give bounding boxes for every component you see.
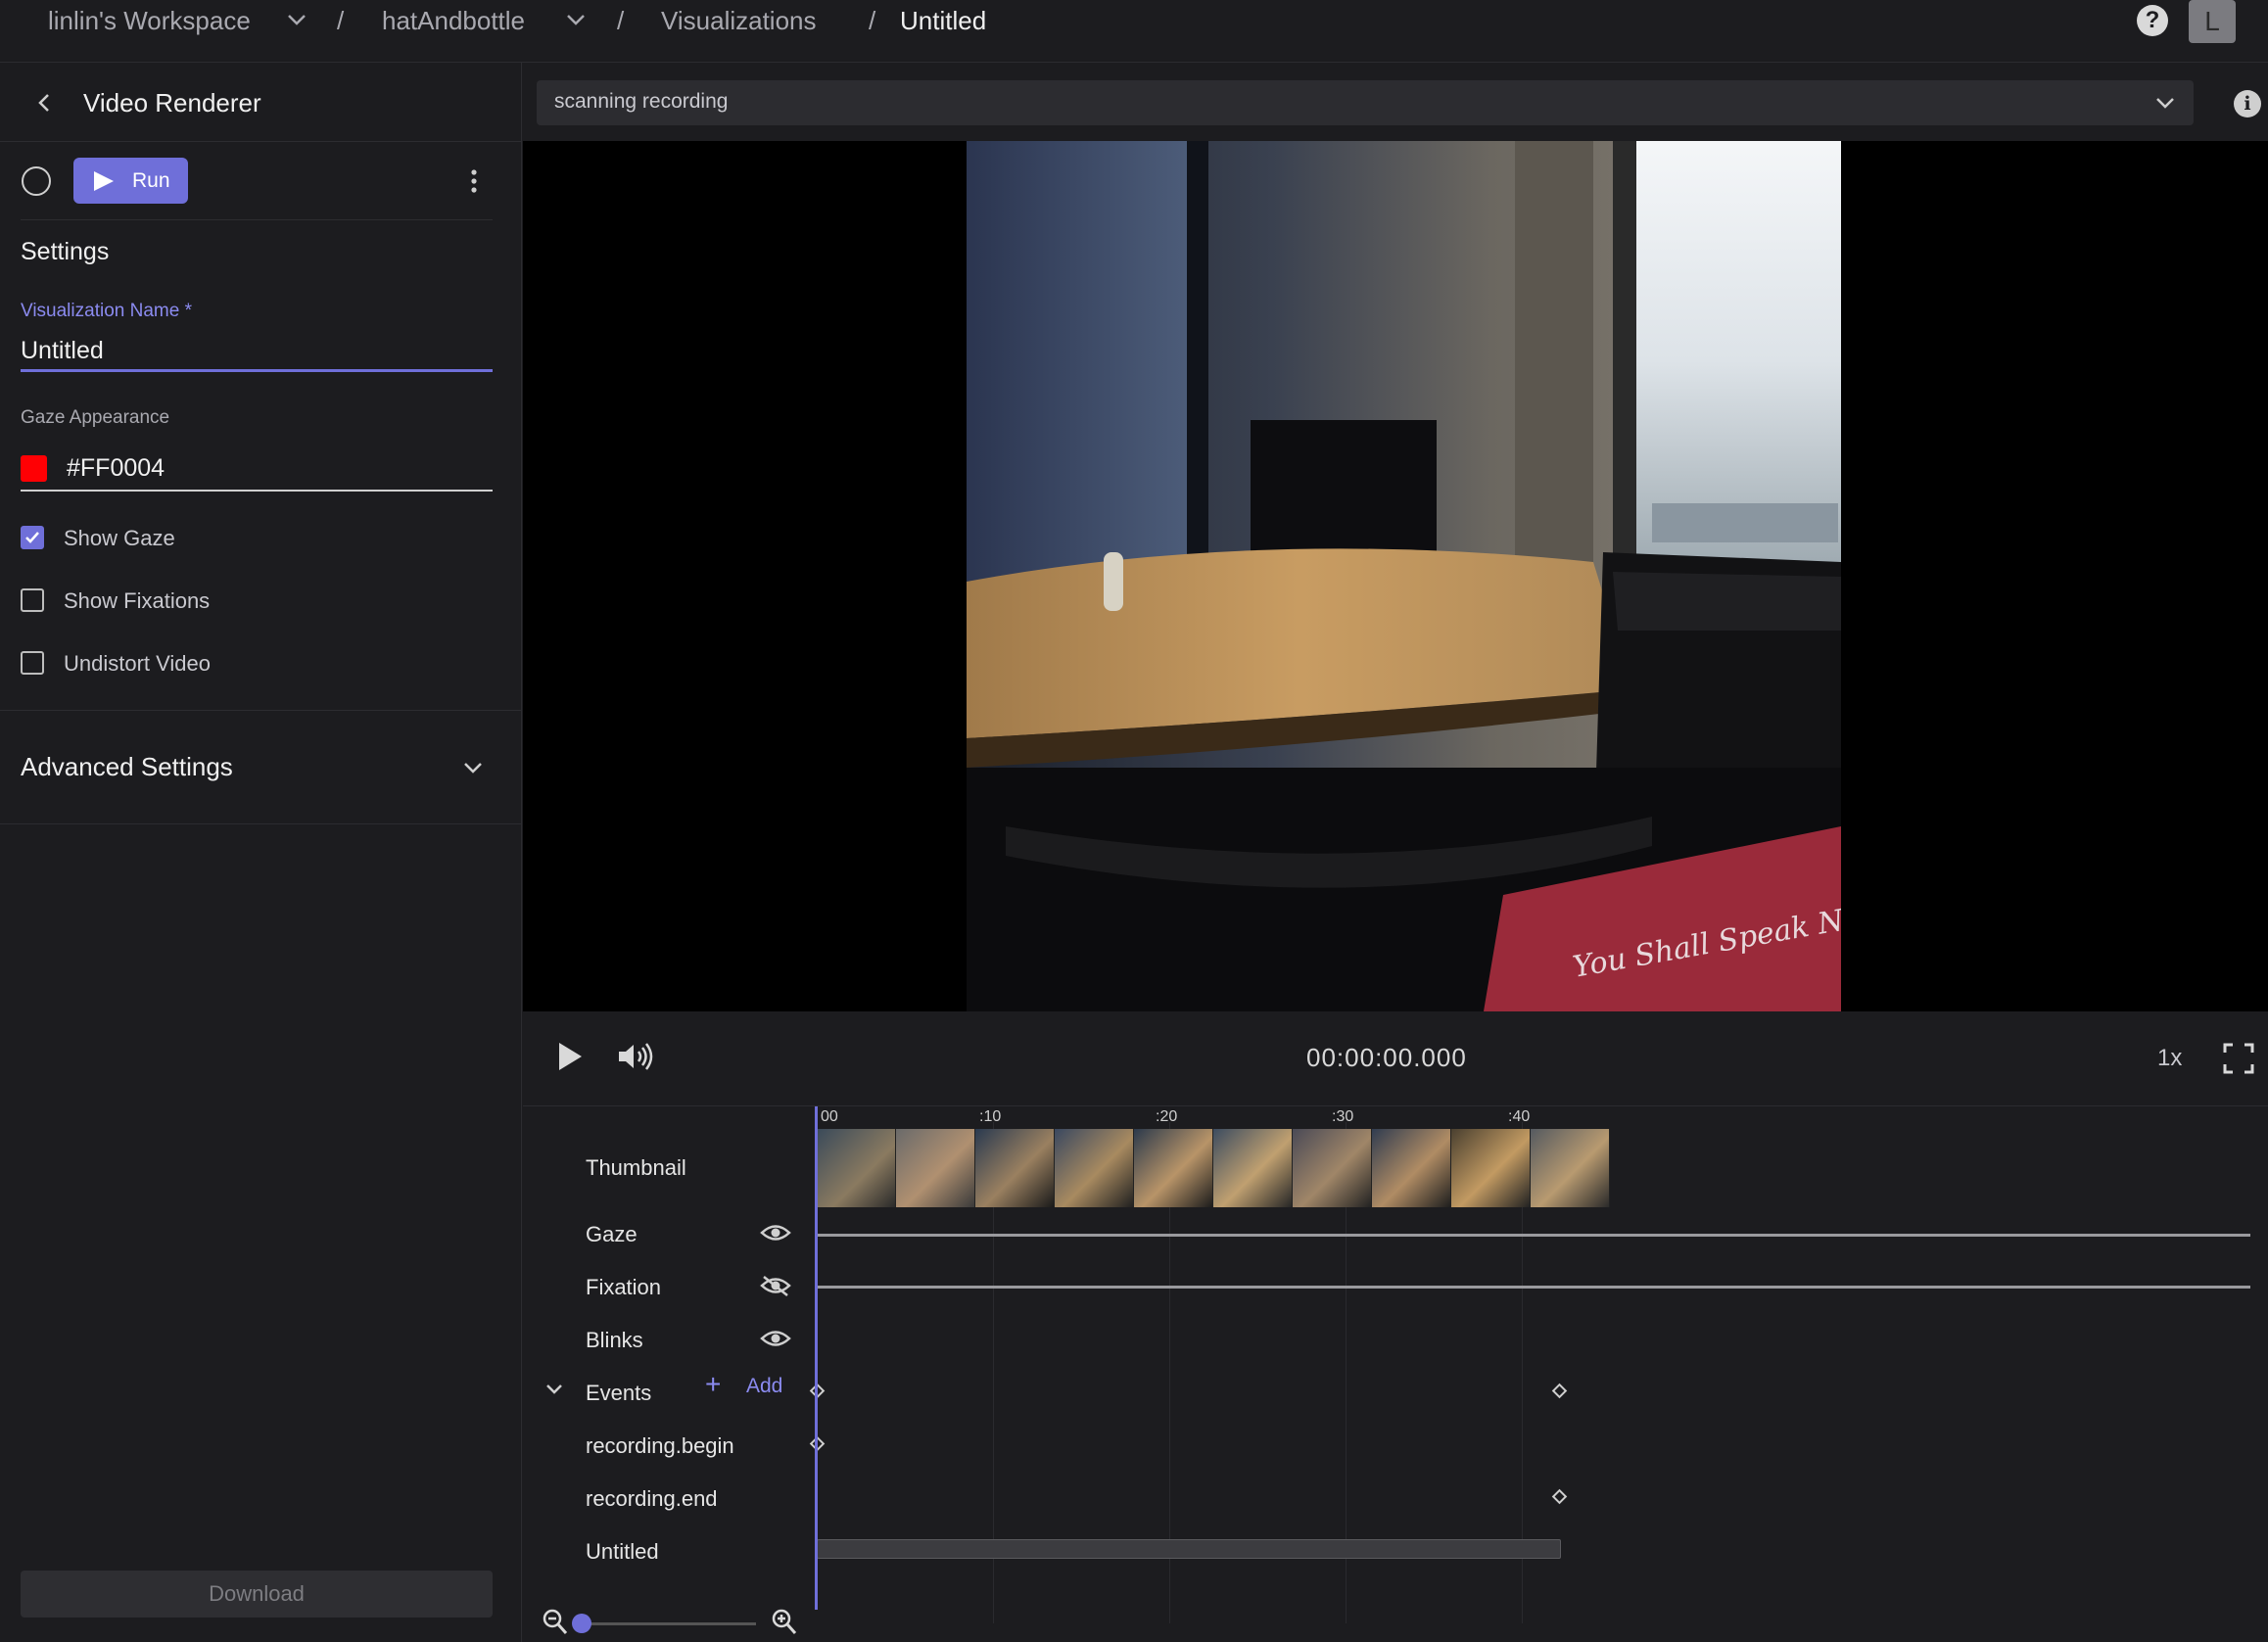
divider — [0, 823, 522, 824]
breadcrumb-section[interactable]: Visualizations — [661, 6, 817, 36]
recording-select[interactable]: scanning recording — [537, 80, 2194, 125]
video-frame: You Shall Speak Now — [967, 141, 1841, 1011]
untitled-section-bar[interactable] — [817, 1539, 1561, 1559]
chevron-down-icon[interactable] — [286, 12, 307, 27]
timecode: 00:00:00.000 — [1306, 1043, 1467, 1072]
plus-icon: + — [705, 1369, 722, 1399]
download-button[interactable]: Download — [21, 1571, 493, 1618]
timeline-scrollbar[interactable] — [2256, 1106, 2268, 1642]
event-marker-recording-end[interactable] — [1551, 1488, 1568, 1505]
divider — [0, 141, 522, 142]
undistort-video-checkbox[interactable] — [21, 651, 44, 675]
track-label-blinks: Blinks — [586, 1328, 643, 1352]
help-icon[interactable]: ? — [2137, 5, 2168, 36]
fixation-track[interactable] — [817, 1286, 2250, 1289]
advanced-settings-toggle[interactable]: Advanced Settings — [21, 752, 233, 782]
breadcrumb-separator: / — [617, 6, 625, 35]
video-player[interactable]: You Shall Speak Now — [523, 141, 2268, 1011]
thumbnail — [1451, 1129, 1531, 1207]
track-label-untitled: Untitled — [586, 1539, 659, 1564]
thumbnail — [1531, 1129, 1610, 1207]
thumbnail — [975, 1129, 1055, 1207]
undistort-video-label: Undistort Video — [64, 651, 212, 676]
playhead[interactable] — [815, 1106, 818, 1610]
tick-label: 00 — [821, 1108, 838, 1125]
thumbnail — [1134, 1129, 1213, 1207]
thumbnail — [817, 1129, 896, 1207]
track-label-fixation: Fixation — [586, 1275, 662, 1299]
visualization-name-input[interactable] — [21, 333, 493, 372]
breadcrumb-project[interactable]: hatAndbottle — [382, 6, 525, 36]
tick-label: :10 — [979, 1108, 1002, 1125]
gaze-color-swatch[interactable] — [21, 455, 47, 482]
thumbnail — [1213, 1129, 1293, 1207]
breadcrumb-current: Untitled — [900, 6, 987, 35]
breadcrumb-separator: / — [337, 6, 345, 35]
track-label-thumbnail: Thumbnail — [586, 1155, 686, 1180]
eye-off-icon[interactable] — [760, 1275, 791, 1296]
tick-label: :40 — [1508, 1108, 1531, 1125]
event-marker[interactable] — [1551, 1383, 1568, 1399]
gaze-appearance-label: Gaze Appearance — [21, 407, 170, 428]
show-gaze-label: Show Gaze — [64, 526, 175, 550]
zoom-out-icon[interactable] — [543, 1609, 568, 1636]
info-icon[interactable]: i — [2234, 90, 2261, 117]
volume-icon[interactable] — [617, 1041, 656, 1072]
more-options-icon[interactable] — [466, 168, 482, 194]
chevron-down-icon[interactable] — [544, 1383, 564, 1396]
gaze-track[interactable] — [817, 1234, 2250, 1237]
playback-speed[interactable]: 1x — [2157, 1045, 2182, 1072]
add-event-label: Add — [746, 1375, 783, 1397]
thumbnail — [1293, 1129, 1372, 1207]
track-label-recording-begin: recording.begin — [586, 1433, 734, 1458]
eye-icon[interactable] — [760, 1328, 791, 1349]
fullscreen-icon[interactable] — [2223, 1043, 2254, 1074]
avatar[interactable]: L — [2189, 0, 2236, 43]
chevron-down-icon — [2156, 98, 2174, 109]
settings-panel: Video Renderer Run Settings Visualizatio… — [0, 63, 522, 1642]
zoom-in-icon[interactable] — [772, 1609, 797, 1636]
tick-label: :30 — [1332, 1108, 1354, 1125]
visualization-name-label: Visualization Name * — [21, 301, 192, 321]
eye-icon[interactable] — [760, 1222, 791, 1243]
thumbnail-strip[interactable] — [817, 1129, 1610, 1207]
track-label-gaze: Gaze — [586, 1222, 638, 1246]
play-icon[interactable] — [556, 1041, 584, 1072]
track-label-events: Events — [586, 1381, 652, 1405]
show-fixations-checkbox[interactable] — [21, 588, 44, 612]
breadcrumb-separator: / — [869, 6, 876, 35]
settings-title: Settings — [21, 238, 110, 265]
check-icon — [25, 532, 39, 543]
show-gaze-checkbox[interactable] — [21, 526, 44, 549]
run-label: Run — [132, 169, 170, 192]
thumbnail — [896, 1129, 975, 1207]
back-arrow-icon[interactable] — [35, 92, 53, 114]
recording-select-value: scanning recording — [554, 90, 729, 113]
thumbnail — [1372, 1129, 1451, 1207]
tick-label: :20 — [1156, 1108, 1178, 1125]
divider — [0, 710, 522, 711]
status-circle-icon — [22, 166, 51, 196]
chevron-down-icon[interactable] — [565, 12, 587, 27]
player-controls: 00:00:00.000 1x — [523, 1011, 2268, 1105]
divider — [21, 219, 493, 220]
breadcrumb-workspace[interactable]: linlin's Workspace — [48, 6, 251, 36]
play-icon — [94, 171, 114, 191]
track-label-recording-end: recording.end — [586, 1486, 718, 1511]
chevron-down-icon[interactable] — [462, 760, 484, 775]
gaze-color-value: #FF0004 — [67, 454, 165, 482]
thumbnail — [1055, 1129, 1134, 1207]
zoom-slider-track[interactable] — [580, 1622, 756, 1625]
panel-title: Video Renderer — [83, 88, 261, 117]
show-fixations-label: Show Fixations — [64, 588, 211, 613]
timeline: 00 :10 :20 :30 :40 Thumbnail Gaze Fixati… — [523, 1105, 2268, 1642]
zoom-slider-thumb[interactable] — [572, 1614, 591, 1633]
run-button[interactable]: Run — [73, 158, 188, 204]
top-bar: linlin's Workspace / hatAndbottle / Visu… — [0, 0, 2268, 63]
